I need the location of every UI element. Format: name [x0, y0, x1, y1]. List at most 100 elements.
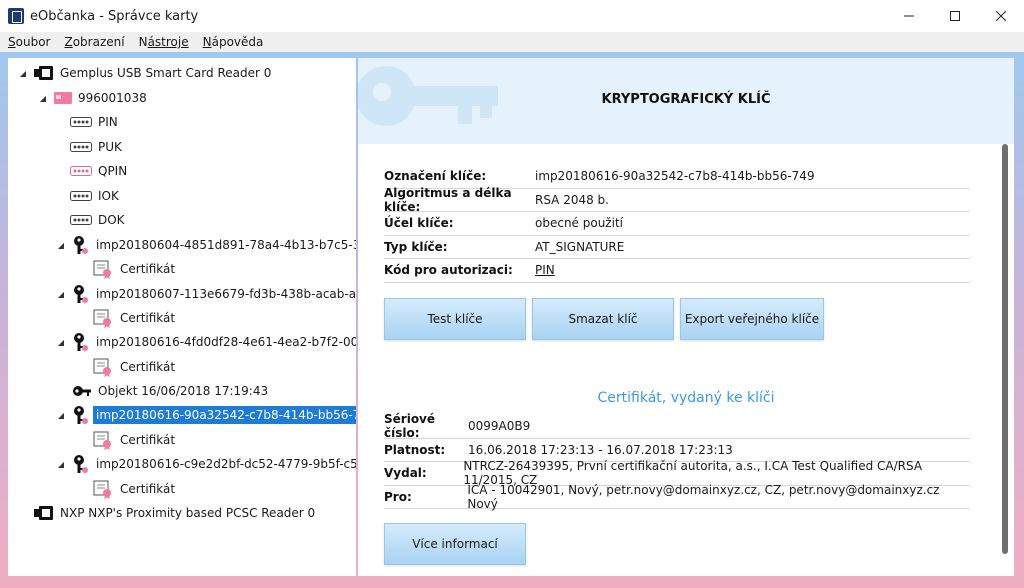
tree-item-label: DOK — [98, 213, 125, 227]
collapse-arrow-icon[interactable]: ◢ — [56, 410, 66, 420]
pin-code-icon — [70, 191, 92, 201]
tree-item-label: imp20180616-90a32542-c7b8-414b-bb56-749 — [93, 406, 356, 424]
test-key-button[interactable]: Test klíče — [384, 298, 526, 340]
tree-item-certificate[interactable]: Certifikát — [92, 258, 175, 280]
key-prop-value: obecné použití — [535, 216, 623, 231]
collapse-arrow-icon[interactable]: ◢ — [56, 337, 66, 347]
tree-item-key[interactable]: ◢ imp20180607-113e6679-fd3b-438b-acab-ab… — [56, 283, 356, 305]
menu-napoveda-accel: N — [202, 35, 212, 49]
collapse-arrow-icon[interactable]: ◢ — [18, 68, 28, 78]
cert-prop-value: ICA - 10042901, Nový, petr.novy@domainxy… — [467, 482, 940, 511]
key-icon — [72, 284, 90, 304]
tree-item-key-selected[interactable]: ◢ imp20180616-90a32542-c7b8-414b-bb56-74… — [56, 404, 356, 426]
tree-item-label: imp20180616-c9e2d2bf-dc52-4779-9b5f-c58 — [96, 457, 356, 471]
tree-item-label: imp20180616-4fd0df28-4e61-4ea2-b7f2-001 — [96, 335, 356, 349]
key-prop-label: Účel klíče: — [384, 216, 454, 231]
tree-item-label: Certifikát — [120, 311, 176, 325]
cert-prop-label: Platnost: — [384, 442, 446, 457]
menu-soubor[interactable]: Soubor — [4, 35, 54, 49]
more-info-button[interactable]: Více informací — [384, 523, 526, 565]
collapse-arrow-icon[interactable]: ◢ — [56, 289, 66, 299]
tree-item-certificate[interactable]: Certifikát — [92, 478, 175, 500]
certificate-properties-table: Sériové číslo: 0099A0B9 Platnost: 16.06.… — [384, 412, 970, 511]
menu-zobrazeni-label: obrazení — [72, 35, 125, 49]
close-button[interactable] — [978, 0, 1024, 32]
menu-nastroje[interactable]: Nástroje — [135, 35, 193, 49]
id-card-icon — [54, 92, 72, 104]
tree-item-object[interactable]: Objekt 16/06/2018 17:19:43 — [72, 380, 268, 402]
maximize-button[interactable] — [932, 0, 978, 32]
tree-item-label: NXP NXP's Proximity based PCSC Reader 0 — [60, 506, 316, 520]
detail-panel: KRYPTOGRAFICKÝ KLÍČ Označení klíče: imp2… — [358, 58, 1014, 576]
tree-item-label: Objekt 16/06/2018 17:19:43 — [98, 384, 269, 398]
delete-key-button[interactable]: Smazat klíč — [532, 298, 674, 340]
certificate-icon — [92, 430, 114, 450]
collapse-arrow-icon[interactable]: ◢ — [38, 93, 48, 103]
pin-code-icon — [70, 117, 92, 127]
tree-item-certificate[interactable]: Certifikát — [92, 307, 175, 329]
window-controls — [886, 0, 1024, 32]
card-reader-icon — [34, 66, 54, 80]
tree-item-pin[interactable]: PIN — [70, 111, 118, 133]
tree-item-label: Certifikát — [120, 482, 176, 496]
collapse-arrow-icon[interactable]: ◢ — [56, 240, 66, 250]
cert-prop-label: Pro: — [384, 489, 412, 504]
certificate-icon — [92, 357, 114, 377]
key-prop-row: Typ klíče: AT_SIGNATURE — [384, 236, 970, 259]
tree-item-label: PIN — [98, 115, 118, 129]
tree-item-key[interactable]: ◢ imp20180604-4851d891-78a4-4b13-b7c5-32… — [56, 234, 356, 256]
tree-item-reader-nxp[interactable]: NXP NXP's Proximity based PCSC Reader 0 — [34, 502, 315, 524]
tree-item-iok[interactable]: IOK — [70, 185, 119, 207]
tree-item-label: Certifikát — [120, 360, 176, 374]
tree-item-certificate[interactable]: Certifikát — [92, 356, 175, 378]
title-bar: eObčanka - Správce karty — [0, 0, 1024, 32]
certificate-section-title: Certifikát, vydaný ke klíči — [597, 390, 775, 406]
menu-nastroje-label: ástroje — [147, 35, 189, 49]
key-properties-table: Označení klíče: imp20180616-90a32542-c7b… — [384, 165, 970, 283]
tree-item-puk[interactable]: PUK — [70, 136, 122, 158]
menu-napoveda[interactable]: Nápověda — [199, 35, 268, 49]
tree-item-label: Certifikát — [120, 433, 176, 447]
key-icon — [72, 332, 90, 352]
key-prop-label: Kód pro autorizaci: — [384, 263, 513, 278]
export-public-key-button[interactable]: Export veřejného klíče — [680, 298, 824, 340]
key-prop-row: Kód pro autorizaci: PIN — [384, 259, 970, 283]
detail-title: KRYPTOGRAFICKÝ KLÍČ — [601, 92, 771, 107]
collapse-arrow-icon[interactable]: ◢ — [56, 459, 66, 469]
cert-prop-label: Vydal: — [384, 466, 427, 481]
tree-item-certificate[interactable]: Certifikát — [92, 429, 175, 451]
cert-prop-value: 0099A0B9 — [468, 419, 531, 434]
tree-item-label: imp20180604-4851d891-78a4-4b13-b7c5-325 — [96, 238, 356, 252]
menu-nastroje-accel: N — [138, 35, 148, 49]
minimize-button[interactable] — [886, 0, 932, 32]
key-icon — [72, 405, 90, 425]
minimize-icon — [904, 15, 914, 17]
qpin-code-icon — [70, 166, 92, 176]
key-prop-label: Typ klíče: — [384, 239, 448, 254]
tree-item-card[interactable]: ◢ 996001038 — [38, 87, 147, 109]
pin-code-icon — [70, 142, 92, 152]
pin-code-icon — [70, 215, 92, 225]
tree-item-qpin[interactable]: QPIN — [70, 160, 127, 182]
tree-item-label: QPIN — [98, 164, 128, 178]
close-icon — [996, 11, 1006, 21]
tree-item-label: imp20180607-113e6679-fd3b-438b-acab-aba — [96, 287, 356, 301]
card-reader-icon — [34, 506, 54, 520]
card-tree: ◢ Gemplus USB Smart Card Reader 0 ◢ 9960… — [8, 58, 356, 576]
tree-item-label: Gemplus USB Smart Card Reader 0 — [60, 66, 272, 80]
tree-item-dok[interactable]: DOK — [70, 209, 125, 231]
cert-prop-value: 16.06.2018 17:23:13 - 16.07.2018 17:23:1… — [468, 442, 733, 457]
tree-item-label: IOK — [98, 189, 119, 203]
menu-zobrazeni[interactable]: Zobrazení — [60, 35, 128, 49]
window-title: eObčanka - Správce karty — [30, 8, 199, 24]
key-prop-label: Označení klíče: — [384, 169, 487, 184]
cert-prop-label: Sériové číslo: — [384, 412, 436, 441]
tree-item-key[interactable]: ◢ imp20180616-4fd0df28-4e61-4ea2-b7f2-00… — [56, 331, 356, 353]
tree-item-key[interactable]: ◢ imp20180616-c9e2d2bf-dc52-4779-9b5f-c5… — [56, 453, 356, 475]
vertical-scrollbar[interactable] — [1002, 144, 1008, 554]
authorization-pin-link[interactable]: PIN — [535, 263, 555, 277]
tree-item-reader-gemplus[interactable]: ◢ Gemplus USB Smart Card Reader 0 — [18, 62, 271, 84]
key-prop-value: imp20180616-90a32542-c7b8-414b-bb56-749 — [535, 169, 815, 184]
key-icon — [72, 235, 90, 255]
key-prop-row: Algoritmus a délka klíče: RSA 2048 b. — [384, 186, 970, 214]
